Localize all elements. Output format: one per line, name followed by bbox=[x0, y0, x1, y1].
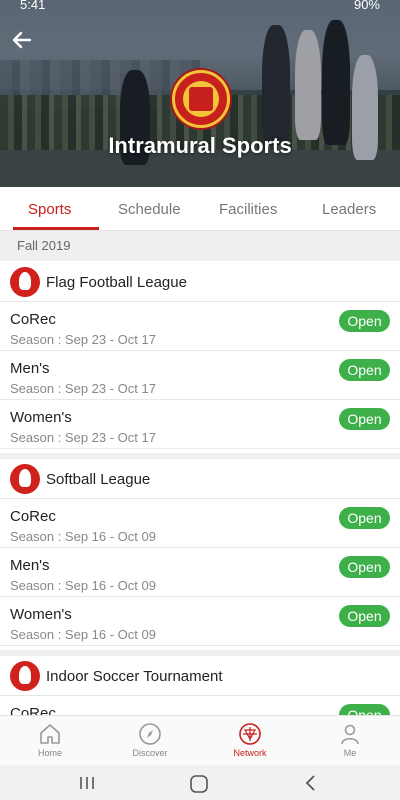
person-icon bbox=[341, 724, 359, 745]
open-status-button[interactable]: Open bbox=[339, 556, 390, 578]
season-dates: Season : Sep 23 - Oct 17 bbox=[10, 430, 156, 445]
season-dates: Season : Sep 16 - Oct 09 bbox=[10, 627, 156, 642]
nav-label: Discover bbox=[132, 748, 168, 758]
open-status-button[interactable]: Open bbox=[339, 605, 390, 627]
league-row[interactable]: Men's Season : Sep 23 - Oct 17 Open bbox=[0, 351, 400, 400]
system-back-button[interactable] bbox=[302, 774, 320, 797]
division-name: CoRec bbox=[10, 311, 56, 328]
status-bar: 5:41 90% bbox=[0, 0, 400, 14]
league-header[interactable]: Flag Football League bbox=[0, 262, 400, 302]
home-circle-icon bbox=[190, 775, 208, 793]
tab-schedule[interactable]: Schedule bbox=[118, 201, 181, 218]
league-row[interactable]: CoRec Season : Sep 16 - Oct 09 Open bbox=[0, 499, 400, 548]
hero-banner: 5:41 90% Intramural Sports bbox=[0, 0, 400, 187]
compass-icon bbox=[139, 723, 161, 745]
league-title: Flag Football League bbox=[46, 274, 187, 291]
open-status-button[interactable]: Open bbox=[339, 310, 390, 332]
tab-sports[interactable]: Sports bbox=[28, 201, 71, 218]
system-nav-bar bbox=[0, 765, 400, 800]
season-dates: Season : Sep 23 - Oct 17 bbox=[10, 332, 156, 347]
active-tab-indicator bbox=[13, 227, 99, 230]
back-button[interactable] bbox=[10, 28, 34, 52]
recent-apps-icon bbox=[80, 777, 94, 789]
chevron-left-icon bbox=[305, 775, 315, 791]
league-row[interactable]: CoRec Season : Sep 23 - Oct 17 Open bbox=[0, 302, 400, 351]
home-button[interactable] bbox=[189, 774, 209, 799]
tab-facilities[interactable]: Facilities bbox=[219, 201, 277, 218]
status-time: 5:41 bbox=[20, 0, 46, 12]
bottom-nav: Home Discover Network Me bbox=[0, 715, 400, 765]
season-dates: Season : Sep 16 - Oct 09 bbox=[10, 529, 156, 544]
nav-discover[interactable]: Discover bbox=[120, 722, 180, 758]
soccer-icon bbox=[10, 661, 40, 691]
division-name: Women's bbox=[10, 606, 72, 623]
arrow-left-icon bbox=[12, 31, 32, 49]
league-header[interactable]: Softball League bbox=[0, 459, 400, 499]
nav-label: Home bbox=[37, 748, 62, 758]
season-dates: Season : Sep 23 - Oct 17 bbox=[10, 381, 156, 396]
logo-seal bbox=[189, 87, 213, 111]
status-battery: 90% bbox=[353, 0, 380, 12]
open-status-button[interactable]: Open bbox=[339, 507, 390, 529]
network-icon bbox=[239, 723, 261, 745]
tab-bar: Sports Schedule Facilities Leaders bbox=[0, 187, 400, 231]
division-name: Men's bbox=[10, 360, 50, 377]
nav-home[interactable]: Home bbox=[20, 722, 80, 758]
page-title: Intramural Sports bbox=[108, 133, 292, 158]
recent-apps-button[interactable] bbox=[78, 774, 96, 797]
league-row[interactable]: Women's Season : Sep 23 - Oct 17 Open bbox=[0, 400, 400, 449]
term-label: Fall 2019 bbox=[0, 231, 400, 261]
football-icon bbox=[10, 267, 40, 297]
league-title: Indoor Soccer Tournament bbox=[46, 668, 223, 685]
university-logo bbox=[172, 70, 230, 128]
nav-network[interactable]: Network bbox=[220, 722, 280, 758]
season-dates: Season : Sep 16 - Oct 09 bbox=[10, 578, 156, 593]
league-title: Softball League bbox=[46, 471, 151, 488]
home-icon bbox=[40, 724, 60, 744]
nav-label: Me bbox=[343, 748, 357, 758]
division-name: Men's bbox=[10, 557, 50, 574]
softball-icon bbox=[10, 464, 40, 494]
open-status-button[interactable]: Open bbox=[339, 359, 390, 381]
nav-label: Network bbox=[233, 748, 267, 758]
league-header[interactable]: Indoor Soccer Tournament bbox=[0, 656, 400, 696]
tab-leaders[interactable]: Leaders bbox=[322, 201, 376, 218]
league-row[interactable]: Men's Season : Sep 16 - Oct 09 Open bbox=[0, 548, 400, 597]
division-name: CoRec bbox=[10, 508, 56, 525]
open-status-button[interactable]: Open bbox=[339, 408, 390, 430]
league-row[interactable]: Women's Season : Sep 16 - Oct 09 Open bbox=[0, 597, 400, 646]
division-name: Women's bbox=[10, 409, 72, 426]
nav-me[interactable]: Me bbox=[320, 722, 380, 758]
